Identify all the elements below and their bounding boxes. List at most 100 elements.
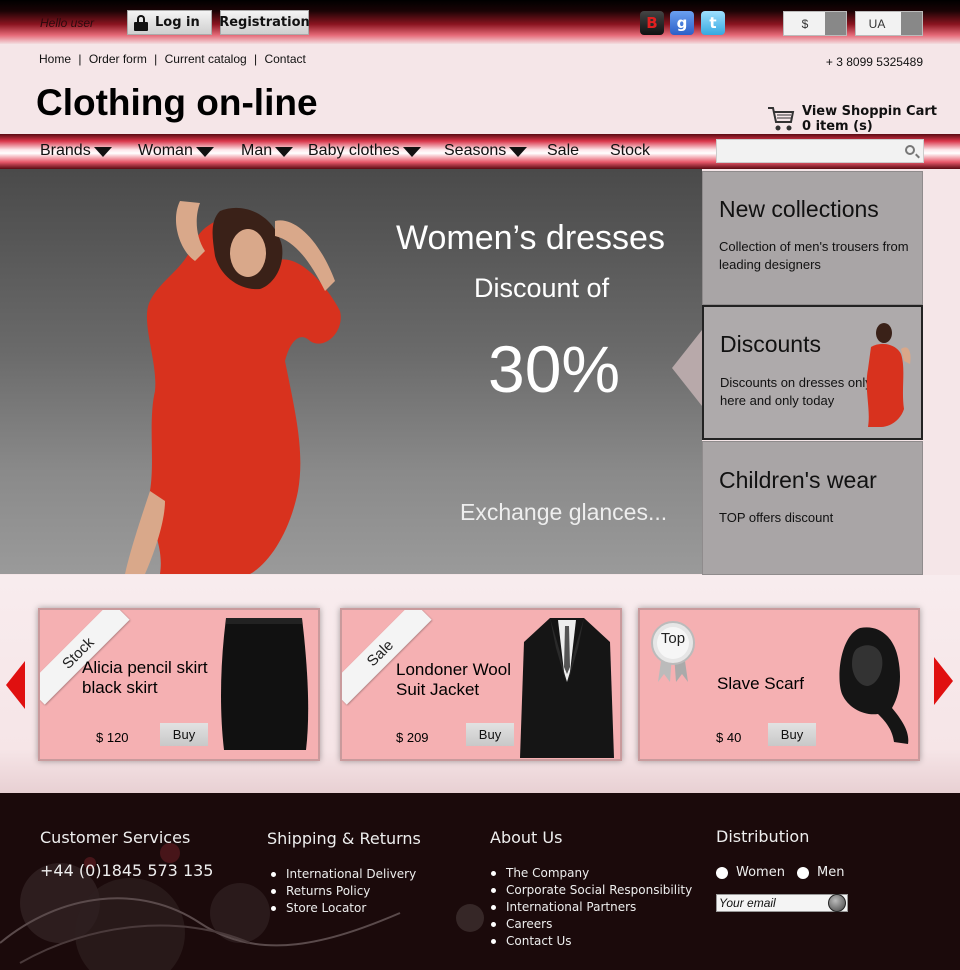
nav-baby-clothes[interactable]: Baby clothes [308,142,421,160]
shipping-returns-title: Shipping & Returns [267,829,421,848]
hero-subheadline: Discount of [474,273,610,303]
chevron-down-icon [402,147,421,157]
cart-count: 0 item (s) [802,119,873,134]
nav-woman-label: Woman [138,142,193,159]
product-card[interactable]: Stock Alicia pencil skirt black skirt $ … [38,608,320,761]
scarf-image [839,627,909,744]
suit-jacket-image [520,618,614,758]
hero-banner[interactable]: Women’s dresses Discount of 30% Exchange… [0,169,702,574]
hero-discount: 30% [488,332,621,406]
product-name-line1: Londoner Wool [396,660,511,679]
link-contact[interactable]: Contact [264,52,305,66]
link-contact-us[interactable]: Contact Us [490,933,692,950]
language-select[interactable]: UA [855,11,923,36]
link-the-company[interactable]: The Company [490,865,692,882]
panel-text: TOP offers discount [719,510,834,525]
buy-button[interactable]: Buy [160,723,208,746]
product-price: $ 120 [96,730,129,745]
customer-phone: +44 (0)1845 573 135 [40,861,214,880]
submit-icon[interactable] [828,894,846,912]
panel-discounts[interactable]: Discounts Discounts on dresses only here… [702,305,923,440]
hero-pointer [672,330,702,406]
site-logo[interactable]: Clothing on-line [36,82,318,124]
buy-button[interactable]: Buy [466,723,514,746]
shopping-cart[interactable]: View Shoppin Cart 0 item (s) [766,103,937,135]
currency-select[interactable]: $ [783,11,847,36]
nav-man[interactable]: Man [241,142,294,160]
header-links: Home | Order form | Current catalog | Co… [39,52,306,66]
product-card[interactable]: Sale Londoner Wool Suit Jacket $ 209 Buy [340,608,622,761]
nav-baby-clothes-label: Baby clothes [308,142,400,159]
search-icon[interactable] [905,145,915,155]
link-home[interactable]: Home [39,52,71,66]
nav-man-label: Man [241,142,273,159]
link-international-partners[interactable]: International Partners [490,899,692,916]
about-list: The Company Corporate Social Responsibil… [490,865,692,950]
blogger-icon[interactable]: B [640,11,664,35]
login-label: Log in [155,15,200,30]
product-price: $ 209 [396,730,429,745]
dress-thumbnail [866,323,911,427]
radio-women-label: Women [736,865,785,880]
model-image [125,201,341,574]
decorative-swirl [0,843,484,970]
email-input[interactable] [719,895,827,911]
email-field[interactable] [716,894,848,912]
link-corporate-responsibility[interactable]: Corporate Social Responsibility [490,882,692,899]
link-international-delivery[interactable]: International Delivery [270,866,416,883]
product-name: Slave Scarf [717,674,804,694]
radio-men[interactable]: Men [797,865,844,880]
greeting: Hello user [40,16,95,30]
language-dropdown-icon [901,12,922,35]
footer: Customer Services +44 (0)1845 573 135 Sh… [0,793,960,970]
skirt-image [221,618,309,750]
nav-woman[interactable]: Woman [138,142,214,160]
radio-men-label: Men [817,865,845,880]
radio-icon [716,866,728,879]
phone-number: + 3 8099 5325489 [825,55,923,69]
chevron-down-icon [509,147,528,157]
shipping-list: International Delivery Returns Policy St… [270,866,416,917]
link-store-locator[interactable]: Store Locator [270,900,416,917]
link-order-form[interactable]: Order form [89,52,147,66]
panel-title: Discounts [720,331,821,357]
nav-brands[interactable]: Brands [40,142,112,160]
panel-title: Children's wear [719,467,877,493]
search-input[interactable] [716,139,924,163]
lock-icon [134,14,148,31]
nav-brands-label: Brands [40,142,91,159]
product-price: $ 40 [716,730,742,745]
hero-headline: Women’s dresses [396,219,665,257]
radio-icon [797,866,809,879]
buy-button[interactable]: Buy [768,723,816,746]
product-name-line2: black skirt [82,678,158,697]
google-icon[interactable]: g [670,11,694,35]
panel-title: New collections [719,196,879,222]
link-returns-policy[interactable]: Returns Policy [270,883,416,900]
link-current-catalog[interactable]: Current catalog [165,52,247,66]
cart-title: View Shoppin Cart [802,104,937,119]
currency-dropdown-icon [825,12,846,35]
nav-stock[interactable]: Stock [610,142,650,160]
product-card[interactable]: Top Slave Scarf $ 40 Buy [638,608,920,761]
arrow-left-icon[interactable] [6,661,25,709]
nav-sale[interactable]: Sale [547,142,579,160]
registration-button[interactable]: Registration [219,10,310,35]
product-name: Londoner Wool Suit Jacket [396,660,511,700]
nav-seasons[interactable]: Seasons [444,142,528,160]
product-name-line1: Alicia pencil skirt [82,658,208,677]
chevron-down-icon [195,147,214,157]
cart-icon [768,107,795,131]
about-us-title: About Us [490,828,563,847]
product-name: Alicia pencil skirt black skirt [82,658,208,698]
panel-new-collections[interactable]: New collections Collection of men's trou… [702,171,923,305]
login-button[interactable]: Log in [127,10,212,35]
arrow-right-icon[interactable] [934,657,953,705]
customer-services-title: Customer Services [40,828,191,847]
currency-value: $ [801,16,809,31]
radio-women[interactable]: Women [716,865,785,880]
panel-childrens-wear[interactable]: Children's wear TOP offers discount [702,441,923,575]
hero-tagline: Exchange glances... [460,499,668,525]
link-careers[interactable]: Careers [490,916,692,933]
twitter-icon[interactable]: t [701,11,725,35]
